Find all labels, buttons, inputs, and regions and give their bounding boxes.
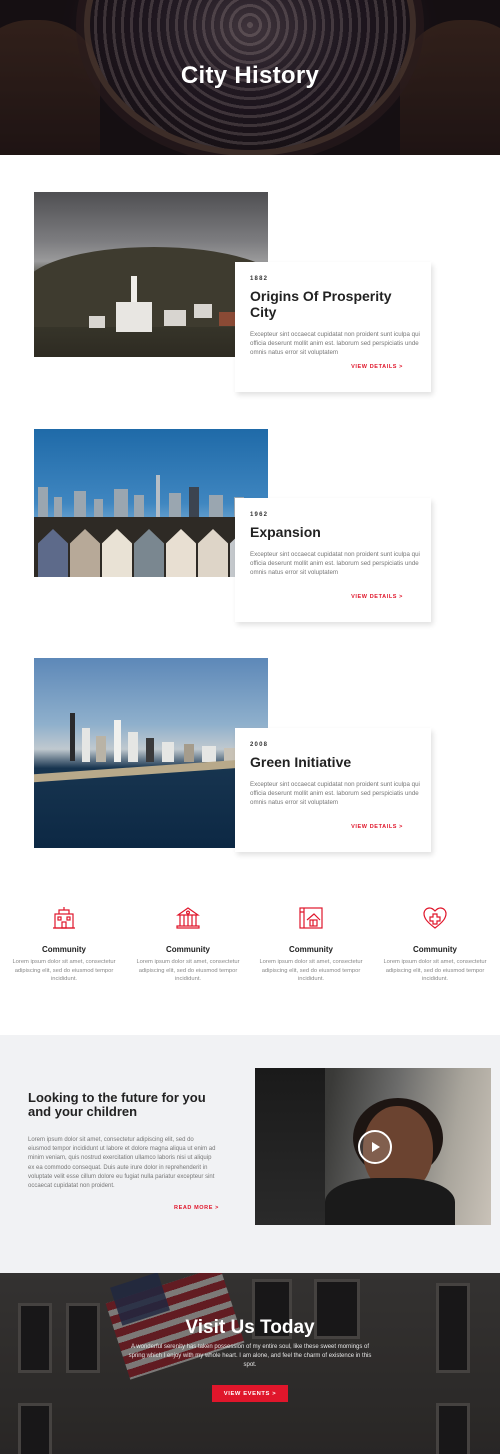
page-title: City History xyxy=(180,62,320,89)
timeline-photo-waterfront xyxy=(34,658,268,848)
features-row: Community Lorem ipsum dolor sit amet, co… xyxy=(0,905,500,985)
timeline-year: 1962 xyxy=(250,512,269,518)
feature-title: Community xyxy=(166,945,210,954)
feature-title: Community xyxy=(413,945,457,954)
future-section: Looking to the future for you and your c… xyxy=(0,1035,500,1273)
play-button[interactable] xyxy=(358,1130,392,1164)
timeline-text: Excepteur sint occaecat cupidatat non pr… xyxy=(250,331,420,357)
visit-text: A wonderful serenity has taken possessio… xyxy=(128,1344,372,1369)
timeline-year: 1882 xyxy=(250,276,269,282)
timeline-text: Excepteur sint occaecat cupidatat non pr… xyxy=(250,551,420,577)
timeline-title: Green Initiative xyxy=(250,754,352,770)
house-plan-icon xyxy=(298,905,324,931)
view-events-button[interactable]: VIEW EVENTS > xyxy=(212,1385,288,1402)
timeline-photo-village xyxy=(34,192,268,357)
government-building-icon xyxy=(175,905,201,931)
feature-text: Lorem ipsum dolor sit amet, consectetur … xyxy=(12,959,116,982)
feature-text: Lorem ipsum dolor sit amet, consectetur … xyxy=(383,959,487,982)
city-hall-icon xyxy=(51,905,77,931)
play-icon xyxy=(372,1142,380,1152)
feature-item: Community Lorem ipsum dolor sit amet, co… xyxy=(256,905,366,984)
feature-item: Community Lorem ipsum dolor sit amet, co… xyxy=(9,905,119,984)
feature-text: Lorem ipsum dolor sit amet, consectetur … xyxy=(259,959,363,982)
timeline-year: 2008 xyxy=(250,742,269,748)
feature-text: Lorem ipsum dolor sit amet, consectetur … xyxy=(136,959,240,982)
timeline-text: Excepteur sint occaecat cupidatat non pr… xyxy=(250,781,420,807)
timeline-card: 1882 Origins Of Prosperity City Excepteu… xyxy=(235,262,431,392)
timeline-card: 1962 Expansion Excepteur sint occaecat c… xyxy=(235,498,431,622)
feature-title: Community xyxy=(289,945,333,954)
read-more-link[interactable]: READ MORE > xyxy=(174,1205,219,1211)
timeline-title: Origins Of Prosperity City xyxy=(250,288,392,320)
visit-section: Visit Us Today A wonderful serenity has … xyxy=(0,1273,500,1454)
future-title: Looking to the future for you and your c… xyxy=(28,1090,206,1119)
timeline-photo-city xyxy=(34,429,268,577)
future-text: Lorem ipsum dolor sit amet, consectetur … xyxy=(28,1137,216,1190)
visit-title: Visit Us Today xyxy=(185,1317,315,1338)
hero-banner: City History xyxy=(0,0,500,155)
view-details-link[interactable]: VIEW DETAILS > xyxy=(351,594,403,600)
feature-title: Community xyxy=(42,945,86,954)
timeline-card: 2008 Green Initiative Excepteur sint occ… xyxy=(235,728,431,852)
feature-item: Community Lorem ipsum dolor sit amet, co… xyxy=(380,905,490,984)
health-heart-icon xyxy=(422,905,448,931)
feature-item: Community Lorem ipsum dolor sit amet, co… xyxy=(133,905,243,984)
view-details-link[interactable]: VIEW DETAILS > xyxy=(351,824,403,830)
view-details-link[interactable]: VIEW DETAILS > xyxy=(351,364,403,370)
timeline-title: Expansion xyxy=(250,524,321,540)
video-thumbnail[interactable] xyxy=(255,1068,491,1225)
